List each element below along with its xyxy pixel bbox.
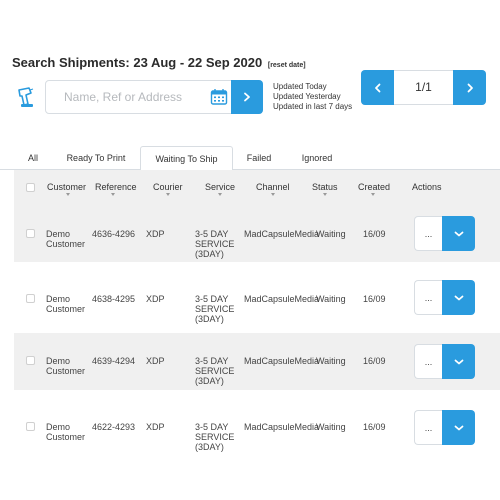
column-service[interactable]: Service <box>205 182 235 192</box>
row-actions: ... <box>414 280 475 315</box>
cell-customer: Demo Customer <box>46 229 86 249</box>
cell-created: 16/09 <box>363 294 386 304</box>
sort-arrow-icon <box>218 193 222 196</box>
sort-arrow-icon <box>111 193 115 196</box>
cell-status: Waiting <box>316 294 346 304</box>
chevron-right-icon <box>467 83 473 92</box>
cell-status: Waiting <box>316 422 346 432</box>
tab-failed[interactable]: Failed <box>240 146 278 170</box>
page-indicator: 1/1 <box>415 80 432 94</box>
cell-service: 3-5 DAY SERVICE (3DAY) <box>195 422 235 452</box>
actions-dropdown-button[interactable] <box>442 344 475 379</box>
chevron-down-icon <box>454 295 463 300</box>
updated-today-link[interactable]: Updated Today <box>273 82 352 92</box>
actions-dropdown-button[interactable] <box>442 280 475 315</box>
title-text: Search Shipments: 23 Aug - 22 Sep 2020 <box>12 55 263 70</box>
more-actions-button[interactable]: ... <box>414 344 442 379</box>
chevron-right-icon <box>244 92 250 102</box>
cell-service: 3-5 DAY SERVICE (3DAY) <box>195 356 235 386</box>
cell-reference[interactable]: 4636-4296 <box>92 229 135 239</box>
actions-dropdown-button[interactable] <box>442 410 475 445</box>
row-actions: ... <box>414 344 475 379</box>
table-row: Demo Customer 4622-4293 XDP 3-5 DAY SERV… <box>14 397 500 454</box>
table-row: Demo Customer 4639-4294 XDP 3-5 DAY SERV… <box>14 333 500 390</box>
updated-last-7-days-link[interactable]: Updated in last 7 days <box>273 102 352 112</box>
cell-courier: XDP <box>146 422 165 432</box>
reset-date-link[interactable]: [reset date] <box>268 62 306 69</box>
cell-created: 16/09 <box>363 229 386 239</box>
more-actions-button[interactable]: ... <box>414 216 442 251</box>
cell-channel: MadCapsuleMedia <box>244 229 320 239</box>
cell-reference[interactable]: 4638-4295 <box>92 294 135 304</box>
cell-customer: Demo Customer <box>46 422 86 442</box>
cell-courier: XDP <box>146 294 165 304</box>
cell-channel: MadCapsuleMedia <box>244 294 320 304</box>
cell-service: 3-5 DAY SERVICE (3DAY) <box>195 294 235 324</box>
search-box <box>45 80 263 114</box>
column-channel[interactable]: Channel <box>256 182 290 192</box>
sort-arrow-icon <box>323 193 327 196</box>
sort-arrow-icon <box>166 193 170 196</box>
tab-ignored[interactable]: Ignored <box>293 146 341 170</box>
row-actions: ... <box>414 216 475 251</box>
chevron-left-icon <box>374 83 380 92</box>
page-title: Search Shipments: 23 Aug - 22 Sep 2020 [… <box>12 55 306 70</box>
sort-arrow-icon <box>271 193 275 196</box>
sort-arrow-icon <box>371 193 375 196</box>
status-tabs: All Ready To Print Waiting To Ship Faile… <box>0 146 500 171</box>
tab-all[interactable]: All <box>22 146 44 170</box>
chevron-down-icon <box>454 231 463 236</box>
row-checkbox[interactable] <box>26 229 35 238</box>
cell-reference[interactable]: 4639-4294 <box>92 356 135 366</box>
cell-status: Waiting <box>316 229 346 239</box>
cell-courier: XDP <box>146 356 165 366</box>
cell-channel: MadCapsuleMedia <box>244 422 320 432</box>
pagination: 1/1 <box>361 70 486 105</box>
next-page-button[interactable] <box>453 70 486 105</box>
barcode-scanner-icon[interactable] <box>14 84 40 110</box>
more-actions-button[interactable]: ... <box>414 410 442 445</box>
column-actions: Actions <box>412 182 442 192</box>
row-actions: ... <box>414 410 475 445</box>
table-header: Customer Reference Courier Service Chann… <box>14 170 500 205</box>
updated-yesterday-link[interactable]: Updated Yesterday <box>273 92 352 102</box>
table-row: Demo Customer 4638-4295 XDP 3-5 DAY SERV… <box>14 270 500 327</box>
row-checkbox[interactable] <box>26 422 35 431</box>
column-courier[interactable]: Courier <box>153 182 183 192</box>
cell-status: Waiting <box>316 356 346 366</box>
sort-arrow-icon <box>66 193 70 196</box>
row-checkbox[interactable] <box>26 294 35 303</box>
select-all-checkbox[interactable] <box>26 183 35 192</box>
cell-created: 16/09 <box>363 356 386 366</box>
cell-service: 3-5 DAY SERVICE (3DAY) <box>195 229 235 259</box>
more-actions-button[interactable]: ... <box>414 280 442 315</box>
cell-channel: MadCapsuleMedia <box>244 356 320 366</box>
row-checkbox[interactable] <box>26 356 35 365</box>
cell-customer: Demo Customer <box>46 294 86 314</box>
column-customer[interactable]: Customer <box>47 182 86 192</box>
prev-page-button[interactable] <box>361 70 394 105</box>
cell-created: 16/09 <box>363 422 386 432</box>
cell-courier: XDP <box>146 229 165 239</box>
search-input[interactable] <box>46 81 206 113</box>
chevron-down-icon <box>454 359 463 364</box>
column-created[interactable]: Created <box>358 182 390 192</box>
table-row: Demo Customer 4636-4296 XDP 3-5 DAY SERV… <box>14 205 500 262</box>
tab-ready-to-print[interactable]: Ready To Print <box>62 146 130 170</box>
search-go-button[interactable] <box>231 80 263 114</box>
column-reference[interactable]: Reference <box>95 182 137 192</box>
cell-customer: Demo Customer <box>46 356 86 376</box>
updated-filters: Updated Today Updated Yesterday Updated … <box>273 82 352 112</box>
chevron-down-icon <box>454 425 463 430</box>
actions-dropdown-button[interactable] <box>442 216 475 251</box>
cell-reference[interactable]: 4622-4293 <box>92 422 135 432</box>
calendar-icon[interactable] <box>210 88 228 106</box>
column-status[interactable]: Status <box>312 182 338 192</box>
tab-waiting-to-ship[interactable]: Waiting To Ship <box>140 146 233 171</box>
